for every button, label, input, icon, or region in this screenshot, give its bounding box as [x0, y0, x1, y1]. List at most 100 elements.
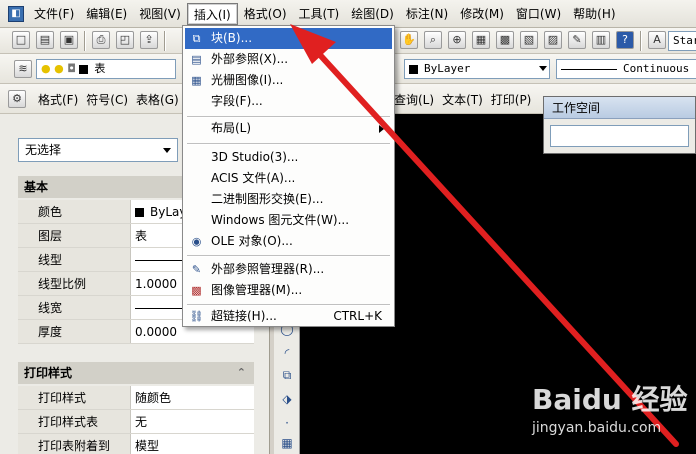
- express-icon[interactable]: ⚙: [8, 90, 26, 108]
- menu-edit[interactable]: 编辑(E): [80, 3, 133, 25]
- selection-combo[interactable]: 无选择: [18, 138, 178, 162]
- zoom-window-icon[interactable]: ⊕: [448, 31, 466, 49]
- menu-view[interactable]: 视图(V): [133, 3, 187, 25]
- make-block-icon[interactable]: ⬗: [278, 390, 296, 408]
- workspace-title[interactable]: 工作空间: [544, 97, 695, 119]
- publish-icon[interactable]: ⇪: [140, 31, 158, 49]
- point-icon[interactable]: ·: [278, 414, 296, 432]
- selection-value: 无选择: [25, 143, 62, 157]
- linetype-combo[interactable]: Continuous: [556, 59, 696, 79]
- menu-item-label: 外部参照(X)...: [211, 52, 289, 66]
- print-icon[interactable]: ⎙: [92, 31, 110, 49]
- design-center-icon[interactable]: ▩: [496, 31, 514, 49]
- menu-item-wmf[interactable]: Windows 图元文件(W)...: [185, 210, 392, 231]
- property-value[interactable]: 无: [130, 410, 254, 433]
- menu-file[interactable]: 文件(F): [28, 3, 80, 25]
- menu-dimension[interactable]: 标注(N): [400, 3, 454, 25]
- property-row[interactable]: 打印样式表 无: [18, 410, 254, 434]
- menu-item-label: 超链接(H)...: [211, 309, 277, 323]
- insert-block-icon[interactable]: ⧉: [278, 366, 296, 384]
- menu-item-shortcut: CTRL+K: [333, 309, 382, 323]
- menu-item-image-manager[interactable]: ▩ 图像管理器(M)...: [185, 280, 392, 301]
- image-manager-icon: ▩: [191, 284, 202, 297]
- save-icon[interactable]: ▣: [60, 31, 78, 49]
- express-query-menu[interactable]: 查询(L): [390, 91, 438, 108]
- menu-format[interactable]: 格式(O): [238, 3, 293, 25]
- menu-item-3dstudio[interactable]: 3D Studio(3)...: [185, 147, 392, 168]
- submenu-arrow-icon: [379, 125, 384, 133]
- menu-help[interactable]: 帮助(H): [567, 3, 621, 25]
- property-value[interactable]: 随颜色: [130, 386, 254, 409]
- layer-color-swatch: [79, 64, 89, 74]
- express-symbol-menu[interactable]: 符号(C): [82, 91, 132, 108]
- menu-item-label: Windows 图元文件(W)...: [211, 213, 350, 227]
- layer-combo[interactable]: ● ● ◘ 表: [36, 59, 176, 79]
- property-label: 线宽: [18, 296, 130, 319]
- properties-icon[interactable]: ▦: [472, 31, 490, 49]
- express-format-menu[interactable]: 格式(F): [34, 91, 82, 108]
- chevron-down-icon: [163, 148, 171, 153]
- linetype-preview: [561, 68, 617, 70]
- layer-value: 表: [94, 62, 106, 75]
- app-icon[interactable]: ◧: [8, 5, 24, 22]
- menu-item-xref-manager[interactable]: ✎ 外部参照管理器(R)...: [185, 259, 392, 280]
- property-row[interactable]: 打印表附着到 模型: [18, 434, 254, 454]
- color-swatch: [135, 208, 144, 217]
- property-value[interactable]: 模型: [130, 434, 254, 454]
- pan-icon[interactable]: ✋: [400, 31, 418, 49]
- menu-item-block[interactable]: ⧉ 块(B)...: [185, 28, 392, 49]
- raster-image-icon: ▦: [191, 74, 202, 87]
- layer-manager-icon[interactable]: ≋: [14, 60, 32, 78]
- property-row[interactable]: 打印样式 随颜色: [18, 386, 254, 410]
- menu-item-acis[interactable]: ACIS 文件(A)...: [185, 168, 392, 189]
- express-text-menu[interactable]: 文本(T): [438, 91, 487, 108]
- menu-item-label: 3D Studio(3)...: [211, 150, 299, 164]
- color-combo[interactable]: ByLayer: [404, 59, 550, 79]
- workspace-combo[interactable]: [550, 125, 689, 147]
- help-icon[interactable]: ?: [616, 31, 634, 49]
- group-basic-title: 基本: [24, 180, 49, 194]
- hatch-icon[interactable]: ▦: [278, 434, 296, 452]
- print-preview-icon[interactable]: ◰: [116, 31, 134, 49]
- xref-manager-icon: ✎: [191, 263, 202, 276]
- property-label: 线型: [18, 248, 130, 271]
- ellipse-arc-icon[interactable]: ◜: [278, 344, 296, 362]
- menu-separator: [187, 143, 390, 145]
- menu-item-field[interactable]: 字段(F)...: [185, 91, 392, 112]
- menu-item-raster-image[interactable]: ▦ 光栅图像(I)...: [185, 70, 392, 91]
- text-style-icon[interactable]: A: [648, 31, 666, 49]
- new-file-icon[interactable]: □: [12, 31, 30, 49]
- workspace-toolbar: 工作空间: [543, 96, 696, 154]
- menu-item-dxb[interactable]: 二进制图形交换(E)...: [185, 189, 392, 210]
- lock-icon: ◘: [67, 62, 76, 75]
- text-style-combo[interactable]: Star: [668, 31, 696, 51]
- block-icon: ⧉: [192, 32, 201, 45]
- markup-icon[interactable]: ✎: [568, 31, 586, 49]
- tool-palettes-icon[interactable]: ▧: [520, 31, 538, 49]
- menu-separator: [187, 255, 390, 257]
- chevron-down-icon: [539, 66, 547, 71]
- menu-draw[interactable]: 绘图(D): [345, 3, 400, 25]
- menu-item-layout[interactable]: 布局(L): [185, 118, 392, 139]
- menu-insert[interactable]: 插入(I): [186, 2, 238, 25]
- menu-tools[interactable]: 工具(T): [293, 3, 346, 25]
- sheet-set-icon[interactable]: ▨: [544, 31, 562, 49]
- hyperlink-icon: ⛓: [189, 310, 204, 323]
- menu-modify[interactable]: 修改(M): [454, 3, 510, 25]
- xref-icon: ▤: [191, 53, 202, 66]
- group-print-header[interactable]: 打印样式 ⌃: [18, 362, 254, 384]
- menu-window[interactable]: 窗口(W): [510, 3, 567, 25]
- collapse-icon[interactable]: ⌃: [237, 362, 246, 384]
- menu-item-ole[interactable]: ◉ OLE 对象(O)...: [185, 231, 392, 252]
- linetype-value: Continuous: [623, 62, 690, 75]
- calculator-icon[interactable]: ▥: [592, 31, 610, 49]
- group-print-title: 打印样式: [24, 366, 73, 380]
- zoom-realtime-icon[interactable]: ⌕: [424, 31, 442, 49]
- watermark-url: jingyan.baidu.com: [532, 420, 662, 436]
- menu-item-hyperlink[interactable]: ⛓ 超链接(H)... CTRL+K: [185, 306, 392, 327]
- open-file-icon[interactable]: ▤: [36, 31, 54, 49]
- watermark-logo: Baidu 经验: [532, 383, 688, 416]
- express-table-menu[interactable]: 表格(G): [132, 91, 183, 108]
- express-print-menu[interactable]: 打印(P): [487, 91, 536, 108]
- menu-item-xref[interactable]: ▤ 外部参照(X)...: [185, 49, 392, 70]
